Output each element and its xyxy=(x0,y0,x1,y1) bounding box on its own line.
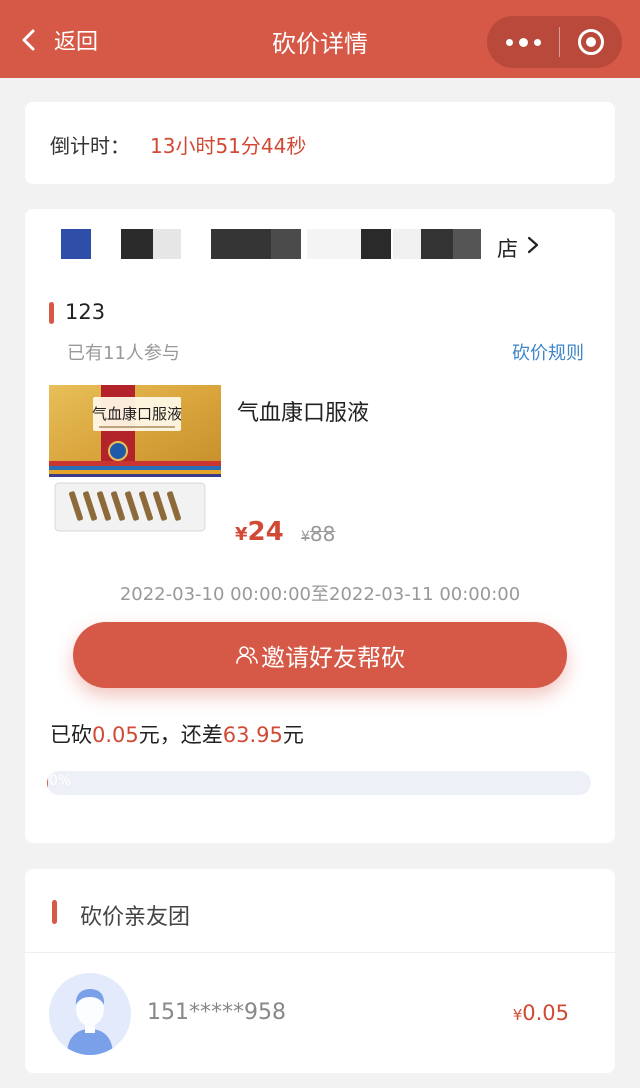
friends-header: 砍价亲友团 xyxy=(25,869,615,953)
users-icon xyxy=(236,646,258,664)
countdown-label: 倒计时： xyxy=(50,134,130,158)
countdown-card: 倒计时： 13小时51分44秒 xyxy=(25,102,615,184)
mini-program-capsule xyxy=(487,16,622,68)
store-name-redacted xyxy=(153,229,181,259)
friends-title: 砍价亲友团 xyxy=(80,905,191,930)
participant-count: 已有11人参与 xyxy=(67,343,180,364)
more-dot-icon xyxy=(518,37,528,47)
more-menu-button[interactable] xyxy=(487,16,559,68)
store-name-redacted xyxy=(271,229,301,259)
bargain-friends-card: 砍价亲友团 151*****958 ¥0.05 xyxy=(25,869,615,1073)
target-icon xyxy=(578,29,604,55)
store-name-redacted xyxy=(61,229,91,259)
original-price: ¥88 xyxy=(301,522,336,546)
bargain-card: 店 123 已有11人参与 砍价规则 气血康口服液 气血康口服液 ¥24 ¥88… xyxy=(25,209,615,843)
list-item: 151*****958 ¥0.05 xyxy=(25,953,615,1073)
avatar xyxy=(49,973,131,1055)
progress-percent: 0% xyxy=(49,773,72,789)
close-mini-program-button[interactable] xyxy=(560,16,622,68)
more-dot-icon xyxy=(533,38,541,46)
nav-bar: 返回 砍价详情 xyxy=(0,0,640,78)
chevron-right-icon xyxy=(523,235,543,255)
activity-name: 123 xyxy=(65,300,106,324)
bargain-price: ¥24 xyxy=(235,517,284,547)
section-marker xyxy=(52,900,57,924)
product-image-label: 气血康口服液 xyxy=(92,405,182,423)
store-name-suffix: 店 xyxy=(497,237,518,261)
activity-period: 2022-03-10 00:00:00至2022-03-11 00:00:00 xyxy=(119,584,521,605)
bargain-progress-bar: 0% xyxy=(47,771,591,795)
store-name-redacted xyxy=(121,229,153,259)
store-name-redacted xyxy=(307,229,361,259)
section-marker xyxy=(49,302,54,324)
store-name-redacted xyxy=(421,229,453,259)
bargain-rules-link[interactable]: 砍价规则 xyxy=(512,339,584,365)
product-name: 气血康口服液 xyxy=(237,401,370,426)
friend-phone: 151*****958 xyxy=(147,1000,286,1025)
friend-cut-amount: ¥0.05 xyxy=(512,1001,569,1025)
bargain-progress-text: 已砍0.05元，还差63.95元 xyxy=(50,723,304,747)
more-dot-icon xyxy=(505,38,513,46)
store-name-redacted xyxy=(393,229,421,259)
invite-friends-button[interactable]: 邀请好友帮砍 xyxy=(73,622,567,688)
user-avatar-icon xyxy=(67,989,113,1055)
invite-button-label: 邀请好友帮砍 xyxy=(261,643,405,672)
store-name-redacted xyxy=(361,229,391,259)
product-image[interactable]: 气血康口服液 xyxy=(49,383,221,549)
store-name-redacted xyxy=(211,229,271,259)
store-name-redacted xyxy=(453,229,481,259)
store-link[interactable]: 店 xyxy=(61,229,581,261)
countdown-value: 13小时51分44秒 xyxy=(150,134,307,158)
